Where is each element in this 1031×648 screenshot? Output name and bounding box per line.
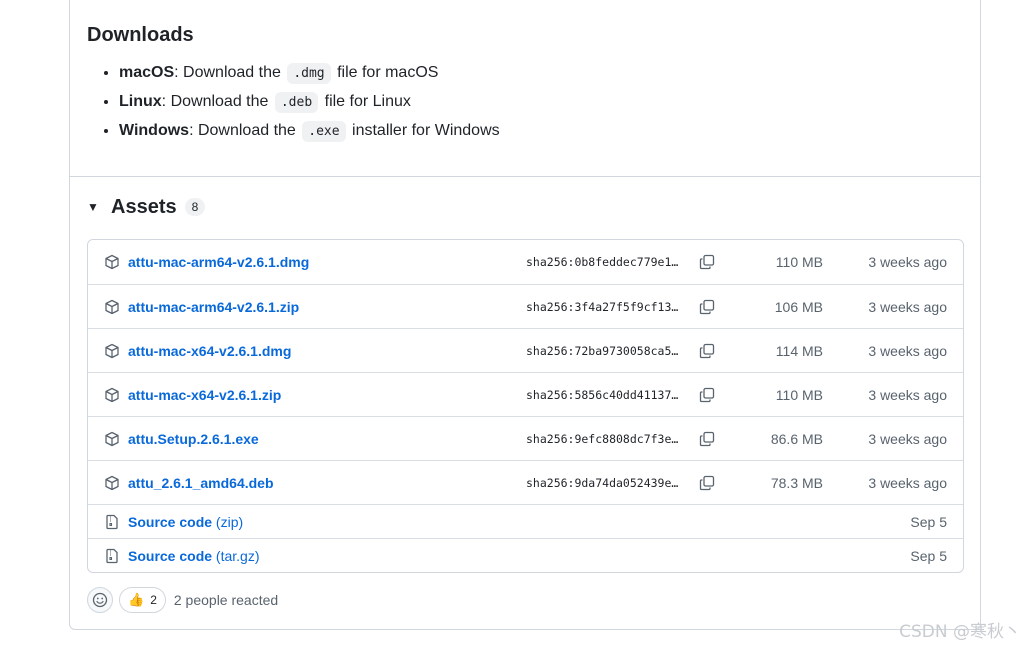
- copy-icon[interactable]: [699, 475, 715, 491]
- sha-digest: sha256:3f4a27f5f9cf13…: [526, 299, 679, 314]
- asset-date: 3 weeks ago: [868, 474, 947, 491]
- package-icon: [105, 254, 119, 270]
- asset-size: 78.3 MB: [770, 474, 823, 491]
- release-card: Downloads macOS: Download the .dmg file …: [69, 0, 981, 630]
- file-zip-icon: [106, 548, 118, 563]
- package-icon: [105, 431, 119, 446]
- asset-size: 106 MB: [774, 298, 823, 315]
- inline-code: .deb: [274, 92, 319, 113]
- source-row: Source code (tar.gz) Sep 5: [88, 538, 963, 572]
- copy-icon[interactable]: [699, 387, 715, 403]
- source-row: Source code (zip) Sep 5: [88, 504, 963, 538]
- add-reaction-button[interactable]: [87, 587, 113, 613]
- reaction-summary: 2 people reacted: [173, 592, 279, 608]
- copy-icon[interactable]: [699, 431, 715, 447]
- list-item-macos: macOS: Download the .dmg file for macOS: [119, 59, 963, 88]
- source-link[interactable]: Source code (zip): [128, 514, 243, 530]
- asset-row: attu-mac-arm64-v2.6.1.dmg sha256:0b8fedd…: [88, 240, 963, 284]
- sha-digest: sha256:5856c40dd41137…: [526, 387, 679, 402]
- downloads-section: Downloads macOS: Download the .dmg file …: [87, 21, 963, 146]
- asset-date: 3 weeks ago: [868, 298, 947, 315]
- asset-row: attu-mac-x64-v2.6.1.dmg sha256:72ba97300…: [88, 328, 963, 372]
- copy-icon[interactable]: [699, 254, 715, 270]
- inline-code: .dmg: [287, 63, 331, 84]
- asset-row: attu-mac-x64-v2.6.1.zip sha256:5856c40dd…: [88, 372, 963, 416]
- downloads-list: macOS: Download the .dmg file for macOS …: [87, 59, 963, 146]
- sha-digest: sha256:0b8feddec779e1…: [526, 255, 679, 269]
- asset-row: attu-mac-arm64-v2.6.1.zip sha256:3f4a27f…: [88, 284, 963, 328]
- sha-digest: sha256:9efc8808dc7f3e…: [526, 431, 679, 446]
- source-date: Sep 5: [910, 513, 947, 530]
- asset-size: 114 MB: [775, 342, 823, 359]
- package-icon: [105, 387, 119, 402]
- file-zip-icon: [106, 514, 118, 529]
- sha-digest: sha256:9da74da052439e…: [526, 475, 679, 490]
- asset-size: 110 MB: [775, 386, 823, 403]
- source-link[interactable]: Source code (tar.gz): [128, 548, 260, 564]
- asset-link[interactable]: attu-mac-x64-v2.6.1.dmg: [128, 343, 291, 359]
- divider: [70, 176, 980, 177]
- package-icon: [105, 475, 119, 490]
- asset-date: 3 weeks ago: [868, 254, 947, 270]
- smiley-icon: [92, 592, 108, 608]
- watermark: CSDN @寒秋丶: [899, 622, 1021, 642]
- thumbs-up-reaction[interactable]: 👍 2: [119, 587, 166, 613]
- asset-size: 86.6 MB: [770, 430, 823, 447]
- list-item-linux: Linux: Download the .deb file for Linux: [119, 88, 963, 117]
- package-icon: [105, 343, 119, 358]
- copy-icon[interactable]: [699, 299, 715, 315]
- caret-down-icon: ▼: [87, 200, 99, 214]
- asset-link[interactable]: attu-mac-x64-v2.6.1.zip: [128, 387, 281, 403]
- asset-date: 3 weeks ago: [868, 430, 947, 447]
- asset-row: attu_2.6.1_amd64.deb sha256:9da74da05243…: [88, 460, 963, 504]
- assets-toggle[interactable]: ▼ Assets 8: [87, 195, 206, 219]
- asset-size: 110 MB: [775, 254, 823, 270]
- reaction-count: 2: [150, 593, 157, 607]
- asset-date: 3 weeks ago: [868, 342, 947, 359]
- assets-count-badge: 8: [184, 198, 206, 216]
- sha-digest: sha256:72ba9730058ca5…: [526, 343, 679, 358]
- copy-icon[interactable]: [699, 343, 715, 359]
- reactions-bar: 👍 2 2 people reacted: [87, 587, 278, 613]
- downloads-heading: Downloads: [87, 24, 194, 46]
- assets-heading: Assets: [111, 196, 177, 218]
- asset-list: attu-mac-arm64-v2.6.1.dmg sha256:0b8fedd…: [87, 239, 964, 573]
- source-date: Sep 5: [910, 547, 947, 564]
- asset-date: 3 weeks ago: [868, 386, 947, 403]
- asset-row: attu.Setup.2.6.1.exe sha256:9efc8808dc7f…: [88, 416, 963, 460]
- asset-link[interactable]: attu.Setup.2.6.1.exe: [128, 431, 259, 447]
- asset-link[interactable]: attu-mac-arm64-v2.6.1.dmg: [128, 254, 309, 270]
- asset-link[interactable]: attu-mac-arm64-v2.6.1.zip: [128, 299, 299, 315]
- inline-code: .exe: [302, 121, 346, 142]
- asset-link[interactable]: attu_2.6.1_amd64.deb: [128, 475, 274, 491]
- thumbs-up-icon: 👍: [128, 592, 145, 607]
- list-item-windows: Windows: Download the .exe installer for…: [119, 117, 963, 146]
- package-icon: [105, 299, 119, 314]
